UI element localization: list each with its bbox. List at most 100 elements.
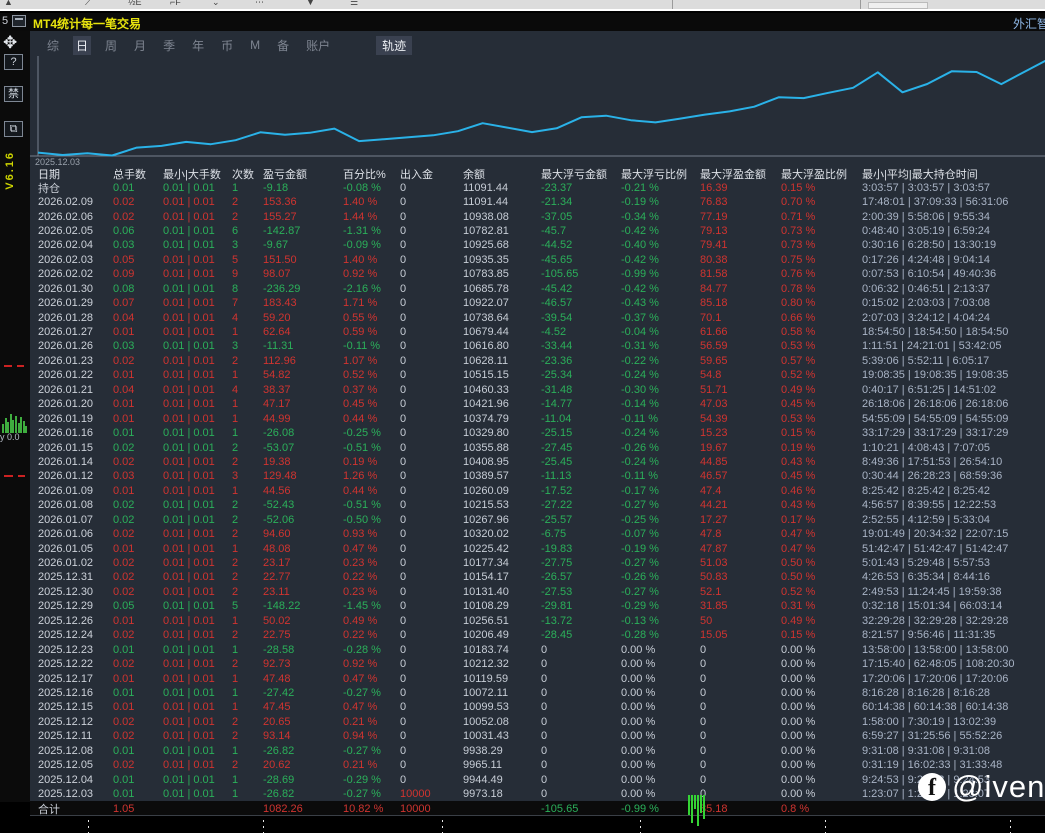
cell-max-float-profit: 47.4 [700, 485, 781, 497]
menu-tab-bi[interactable]: 币 [218, 36, 236, 55]
cell-pl: 47.48 [263, 673, 343, 685]
table-row[interactable]: 2025.12.160.010.01 | 0.011-27.42-0.27 %0… [30, 686, 1045, 700]
chart-fragment-red-dash [18, 475, 25, 477]
cell-balance: 9973.18 [463, 788, 541, 800]
cell-balance: 10206.49 [463, 629, 541, 641]
table-row[interactable]: 2025.12.080.010.01 | 0.011-26.82-0.27 %0… [30, 744, 1045, 758]
table-row[interactable]: 2026.01.080.020.01 | 0.012-52.43-0.51 %0… [30, 498, 1045, 512]
watermark: f @iven [918, 769, 1045, 805]
table-row[interactable]: 2025.12.110.020.01 | 0.01293.140.94 %010… [30, 729, 1045, 743]
cell-max-float-profit: 44.21 [700, 499, 781, 511]
table-row[interactable]: 2026.02.030.050.01 | 0.015151.501.40 %01… [30, 253, 1045, 267]
table-row[interactable]: 2025.12.050.020.01 | 0.01220.620.21 %099… [30, 758, 1045, 772]
windows-icon[interactable]: ⧉ [4, 121, 23, 137]
table-row[interactable]: 2026.01.280.040.01 | 0.01459.200.55 %010… [30, 310, 1045, 324]
cell-balance: 10320.02 [463, 528, 541, 540]
menu-tab-ji[interactable]: 季 [160, 36, 178, 55]
table-row[interactable]: 2026.02.060.020.01 | 0.012155.271.44 %01… [30, 209, 1045, 223]
cell-max-float-profit-pct: 0.52 % [781, 586, 862, 598]
menu-tab-bei[interactable]: 备 [274, 36, 292, 55]
menu-tab-yue[interactable]: 月 [131, 36, 149, 55]
table-row[interactable]: 2025.12.120.020.01 | 0.01220.650.21 %010… [30, 715, 1045, 729]
table-row[interactable]: 2025.12.030.010.01 | 0.011-26.82-0.27 %1… [30, 787, 1045, 801]
table-row[interactable]: 2025.12.240.020.01 | 0.01222.750.22 %010… [30, 628, 1045, 642]
cell-total-lots: 0.01 [113, 398, 163, 410]
move-icon[interactable]: ✥ [3, 33, 17, 53]
table-row[interactable]: 2025.12.170.010.01 | 0.01147.480.47 %010… [30, 671, 1045, 685]
cell-pl: 44.56 [263, 485, 343, 497]
menu-tab-m[interactable]: M [247, 37, 263, 53]
cell-max-float-profit-pct: 0.00 % [781, 701, 862, 713]
cell-max-float-profit: 0 [700, 788, 781, 800]
cell-pl: -26.82 [263, 745, 343, 757]
cell-pl: 23.17 [263, 557, 343, 569]
table-row[interactable]: 2026.02.040.030.01 | 0.013-9.67-0.09 %01… [30, 238, 1045, 252]
table-row[interactable]: 2026.01.260.030.01 | 0.013-11.31-0.11 %0… [30, 339, 1045, 353]
table-row[interactable]: 2026.01.140.020.01 | 0.01219.380.19 %010… [30, 455, 1045, 469]
cell-max-float-profit-pct: 0.00 % [781, 730, 862, 742]
toolbar-separator [860, 0, 861, 11]
cell-max-float-loss-pct: -0.27 % [621, 499, 700, 511]
table-row[interactable]: 2026.01.210.040.01 | 0.01438.370.37 %010… [30, 383, 1045, 397]
ban-button[interactable]: 禁 [4, 86, 23, 102]
help-button[interactable]: ? [4, 54, 23, 70]
menu-tab-zhanghu[interactable]: 账户 [303, 36, 333, 55]
cell-total-lots: 0.03 [113, 340, 163, 352]
cell-hold-time: 17:15:40 | 62:48:05 | 108:20:30 [862, 658, 1045, 670]
cell-total-lots: 0.02 [113, 586, 163, 598]
cell-max-float-profit: 16.39 [700, 182, 781, 194]
cell-hold-time: 0:15:02 | 2:03:03 | 7:03:08 [862, 297, 1045, 309]
cell-pl: 50.02 [263, 615, 343, 627]
cell-max-float-profit-pct: 0.45 % [781, 398, 862, 410]
cell-max-float-loss-pct: 0.00 % [621, 673, 700, 685]
track-button[interactable]: 轨迹 [376, 36, 412, 55]
table-row[interactable]: 2026.01.270.010.01 | 0.01162.640.59 %010… [30, 325, 1045, 339]
table-row[interactable]: 2026.01.230.020.01 | 0.012112.961.07 %01… [30, 354, 1045, 368]
table-row[interactable]: 2026.01.120.030.01 | 0.013129.481.26 %01… [30, 469, 1045, 483]
menu-tab-nian[interactable]: 年 [189, 36, 207, 55]
table-row[interactable]: 2026.01.050.010.01 | 0.01148.080.47 %010… [30, 541, 1045, 555]
facebook-icon: f [918, 773, 946, 801]
cell-pl: -27.42 [263, 687, 343, 699]
panel-title-bar: 5 MT4统计每一笔交易 外汇智 [0, 13, 1045, 31]
cell-balance: 10938.08 [463, 211, 541, 223]
table-row[interactable]: 2026.02.020.090.01 | 0.01998.070.92 %010… [30, 267, 1045, 281]
table-row[interactable]: 2025.12.040.010.01 | 0.011-28.69-0.29 %0… [30, 772, 1045, 786]
cell-pl: 62.64 [263, 326, 343, 338]
table-row[interactable]: 2025.12.150.010.01 | 0.01147.450.47 %010… [30, 700, 1045, 714]
table-row[interactable]: 2026.01.160.010.01 | 0.011-26.08-0.25 %0… [30, 426, 1045, 440]
table-row[interactable]: 2026.01.190.010.01 | 0.01144.990.44 %010… [30, 411, 1045, 425]
table-row[interactable]: 2026.01.070.020.01 | 0.012-52.06-0.50 %0… [30, 513, 1045, 527]
cell-balance: 10052.08 [463, 716, 541, 728]
menu-tab-ri[interactable]: 日 [73, 36, 91, 55]
cell-hold-time: 8:49:36 | 17:51:53 | 26:54:10 [862, 456, 1045, 468]
minimize-button[interactable] [12, 15, 26, 27]
table-row[interactable]: 2026.01.300.080.01 | 0.018-236.29-2.16 %… [30, 282, 1045, 296]
cell-date: 2025.12.24 [38, 629, 113, 641]
table-row[interactable]: 2025.12.230.010.01 | 0.011-28.58-0.28 %0… [30, 642, 1045, 656]
table-row[interactable]: 2026.01.290.070.01 | 0.017183.431.71 %01… [30, 296, 1045, 310]
table-row[interactable]: 2025.12.300.020.01 | 0.01223.110.23 %010… [30, 585, 1045, 599]
table-row[interactable]: 2026.02.090.020.01 | 0.012153.361.40 %01… [30, 195, 1045, 209]
cell-minmax-lots: 0.01 | 0.01 [163, 716, 232, 728]
cell-total-lots: 0.01 [113, 687, 163, 699]
table-row[interactable]: 2025.12.310.020.01 | 0.01222.770.22 %010… [30, 570, 1045, 584]
table-row[interactable]: 2026.01.220.010.01 | 0.01154.820.52 %010… [30, 368, 1045, 382]
cell-pl-pct: 0.37 % [343, 384, 400, 396]
table-row[interactable]: 2025.12.220.020.01 | 0.01292.730.92 %010… [30, 657, 1045, 671]
position-row[interactable]: 持仓0.010.01 | 0.011-9.18-0.08 %011091.44-… [30, 180, 1045, 194]
cell-pl-pct: -0.09 % [343, 239, 400, 251]
table-row[interactable]: 2026.01.200.010.01 | 0.01147.170.45 %010… [30, 397, 1045, 411]
column-header: 盈亏金额 [263, 166, 343, 182]
menu-tab-zong[interactable]: 综 [44, 36, 62, 55]
cell-inout: 10000 [400, 803, 463, 815]
cell-balance: 10628.11 [463, 355, 541, 367]
table-row[interactable]: 2026.01.060.020.01 | 0.01294.600.93 %010… [30, 527, 1045, 541]
menu-tab-zhou[interactable]: 周 [102, 36, 120, 55]
table-row[interactable]: 2025.12.290.050.01 | 0.015-148.22-1.45 %… [30, 599, 1045, 613]
table-row[interactable]: 2026.02.050.060.01 | 0.016-142.87-1.31 %… [30, 224, 1045, 238]
table-row[interactable]: 2026.01.090.010.01 | 0.01144.560.44 %010… [30, 484, 1045, 498]
table-row[interactable]: 2026.01.020.020.01 | 0.01223.170.23 %010… [30, 556, 1045, 570]
table-row[interactable]: 2026.01.150.020.01 | 0.012-53.07-0.51 %0… [30, 440, 1045, 454]
table-row[interactable]: 2025.12.260.010.01 | 0.01150.020.49 %010… [30, 614, 1045, 628]
